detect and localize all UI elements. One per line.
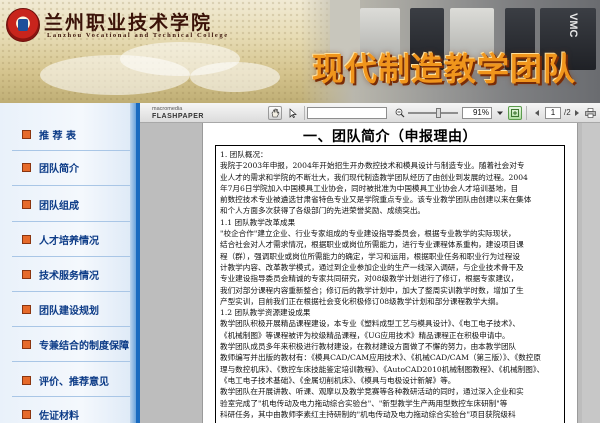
document-page: 一、团队简介（申报理由） 1. 团队概况： 我院于2003年申报，2004年开始招… bbox=[202, 123, 578, 423]
document-line: 1.1 团队教学改革成果 bbox=[220, 217, 296, 227]
sidebar-item-system-guarantee[interactable]: 专兼结合的制度保障 bbox=[22, 334, 129, 354]
sidebar-item-team-plan[interactable]: 团队建设规划 bbox=[22, 299, 99, 319]
sidebar-item-label: 专兼结合的制度保障 bbox=[39, 340, 129, 352]
sidebar-item-label: 推 荐 表 bbox=[39, 130, 76, 142]
document-line: 我们对部分课程内容重新整合；修订后的教学计划中，加大了整周实训教学时数，增加了生 bbox=[220, 285, 524, 295]
sidebar-item-label: 佐证材料 bbox=[39, 410, 79, 422]
sidebar-item-label: 团队建设规划 bbox=[39, 305, 99, 317]
document-content-box: 1. 团队概况： 我院于2003年申报，2004年开始招生开办数控技术和模具设计与… bbox=[215, 145, 565, 423]
flashpaper-logo: macromedia FLASHPAPER bbox=[152, 106, 204, 120]
document-line: 科研任务，其中由教师李素红主持研制的"机电传动及电力拖动综合实验台"项目获院级科 bbox=[220, 409, 516, 419]
school-name: 兰州职业技术学院 bbox=[44, 12, 213, 34]
sidebar-nav: 推 荐 表 团队简介 团队组成 人才培养情况 技术服务情况 团队建设规划 专兼结… bbox=[0, 103, 140, 423]
document-line: 我院于2003年申报，2004年开始招生开办数控技术和模具设计与制造专业。随着社… bbox=[220, 161, 525, 171]
document-body: 1. 团队概况： 我院于2003年申报，2004年开始招生开办数控技术和模具设计与… bbox=[220, 149, 562, 420]
fit-page-icon[interactable] bbox=[508, 106, 522, 120]
document-line: 《机械制图》等课程被评为校级精品课程，《UG应用技术》精品课程正在积极申请中。 bbox=[220, 330, 510, 340]
bullet-icon bbox=[22, 162, 31, 172]
next-page-icon[interactable] bbox=[570, 106, 584, 120]
zoom-out-icon[interactable] bbox=[393, 106, 407, 120]
sidebar-item-label: 团队简介 bbox=[39, 163, 79, 175]
document-line: 教学团队在开展讲教、听课、观摩以及教学竞赛等各种教研活动的同时，通过深入企业和实 bbox=[220, 387, 524, 397]
zoom-slider-thumb[interactable] bbox=[436, 108, 441, 118]
document-line: 前数控技术专业被遴选甘肃省特色专业又是学院重点专业。该专业教学团队由创建以来在集… bbox=[220, 195, 532, 205]
document-line: 产型实训，目前我们正在根据社会变化积极修订08级教学计划和部分课程教学大纲。 bbox=[220, 296, 504, 306]
sidebar-item-team-intro[interactable]: 团队简介 bbox=[22, 157, 79, 177]
hand-tool-icon[interactable] bbox=[268, 106, 282, 120]
document-line: 验室完成了"机电传动及电力拖动综合实验台"、"新型教学生产两用型数控车床研制"等 bbox=[220, 398, 508, 408]
bullet-icon bbox=[22, 234, 31, 244]
prev-page-icon[interactable] bbox=[530, 106, 544, 120]
bullet-icon bbox=[22, 269, 31, 279]
sidebar-edge bbox=[130, 103, 136, 423]
bullet-icon bbox=[22, 199, 31, 209]
divider bbox=[12, 326, 130, 327]
page-number-field[interactable]: 1 bbox=[545, 107, 561, 119]
document-line: 1.2 团队教学资源建设成果 bbox=[220, 308, 311, 318]
brand-top: macromedia bbox=[152, 106, 183, 112]
document-line: 教师编写并出版的教材有：《模具CAD/CAM应用技术》、《机械CAD/CAM（第… bbox=[220, 353, 541, 363]
zoom-dropdown-icon[interactable] bbox=[493, 106, 507, 120]
sidebar-item-evaluation[interactable]: 评价、推荐意见 bbox=[22, 370, 109, 390]
divider bbox=[12, 291, 130, 292]
page-title: 现代制造教学团队 bbox=[311, 50, 576, 88]
document-line: 理与数控机床》、《数控车床技能鉴定培训教程》、《AutoCAD2010机械制图教… bbox=[220, 364, 545, 374]
school-name-english: Lanzhou Vocational and Technical College bbox=[47, 32, 229, 39]
sidebar-item-label: 团队组成 bbox=[39, 200, 79, 212]
select-tool-icon[interactable] bbox=[286, 106, 300, 120]
print-icon[interactable] bbox=[583, 106, 597, 120]
document-viewer[interactable]: 一、团队简介（申报理由） 1. 团队概况： 我院于2003年申报，2004年开始招… bbox=[140, 123, 600, 423]
divider bbox=[12, 256, 130, 257]
sidebar-item-label: 评价、推荐意见 bbox=[39, 376, 109, 388]
bullet-icon bbox=[22, 304, 31, 314]
divider bbox=[12, 361, 130, 362]
document-line: 专业建设指导委员会精诚的专家共同研究，对08级教学计划进行了修订，根据专家建议， bbox=[220, 274, 519, 284]
brand-bottom: FLASHPAPER bbox=[152, 113, 204, 120]
document-line: 计教学内容、改革教学模式，通过到企业参加企业的生产一线深入调研，与企业技术骨干及 bbox=[220, 262, 524, 272]
sidebar-item-label: 技术服务情况 bbox=[39, 270, 99, 282]
banner-cloud bbox=[190, 62, 280, 92]
document-line: "校企合作"建立企业、行业专家组成的专业建设指导委员会，根据专业教学的实际现状， bbox=[220, 229, 516, 239]
scrollbar-track[interactable] bbox=[582, 123, 600, 423]
sidebar-item-recommendation-form[interactable]: 推 荐 表 bbox=[22, 124, 76, 144]
sidebar-item-technical-services[interactable]: 技术服务情况 bbox=[22, 264, 99, 284]
divider bbox=[12, 150, 130, 151]
sidebar-item-team-composition[interactable]: 团队组成 bbox=[22, 194, 79, 214]
document-line: 1. 团队概况： bbox=[220, 150, 268, 159]
zoom-slider-track[interactable] bbox=[408, 112, 458, 114]
bullet-icon bbox=[22, 129, 31, 139]
bullet-icon bbox=[22, 339, 31, 349]
flashpaper-toolbar: macromedia FLASHPAPER 91% 1 /2 bbox=[140, 103, 600, 123]
bullet-icon bbox=[22, 409, 31, 419]
zoom-level-field[interactable]: 91% bbox=[462, 107, 492, 119]
sidebar-item-evidence[interactable]: 佐证材料 bbox=[22, 404, 79, 423]
search-field[interactable] bbox=[307, 107, 387, 119]
document-line: 教学团队积极开展精品课程建设，本专业《塑料成型工艺与模具设计》、《电工电子技术》… bbox=[220, 319, 520, 329]
document-line: 教学团队成员多年来积极进行教材建设，在教材建设方面做了不懈的努力，由本教学团队 bbox=[220, 342, 517, 352]
sidebar-item-talent-training[interactable]: 人才培养情况 bbox=[22, 229, 99, 249]
header-banner: 兰州职业技术学院 Lanzhou Vocational and Technica… bbox=[0, 0, 600, 103]
document-title: 一、团队简介（申报理由） bbox=[303, 129, 477, 145]
divider bbox=[12, 221, 130, 222]
document-line: 程（群），强调职业或岗位所需能力的确定，学习和运用，根据职业任务和职业行为过程设 bbox=[220, 251, 520, 261]
bullet-icon bbox=[22, 375, 31, 385]
divider bbox=[12, 396, 130, 397]
document-line: 结合社会对人才需求情况，根据职业或岗位所需能力，进行专业课程体系重构，建设项目课 bbox=[220, 240, 524, 250]
sidebar-item-label: 人才培养情况 bbox=[39, 235, 99, 247]
document-line: 《电工电子技术基础》、《金属切削机床》、《模具与电极设计新解》等。 bbox=[220, 375, 456, 385]
document-line: 业人才的需求和学院的不断壮大，我们现代制造教学团队经历了由创业到发展的过程。20… bbox=[220, 172, 528, 182]
document-line: 和个人方面多次获得了各级部门的先进荣誉奖励、成绩突出。 bbox=[220, 206, 426, 216]
document-line: 年7月6日学院加入中国模具工业协会，同时被批准为中国模具工业协会人才培训基地，目 bbox=[220, 183, 519, 193]
divider bbox=[12, 185, 130, 186]
school-logo bbox=[6, 8, 40, 42]
